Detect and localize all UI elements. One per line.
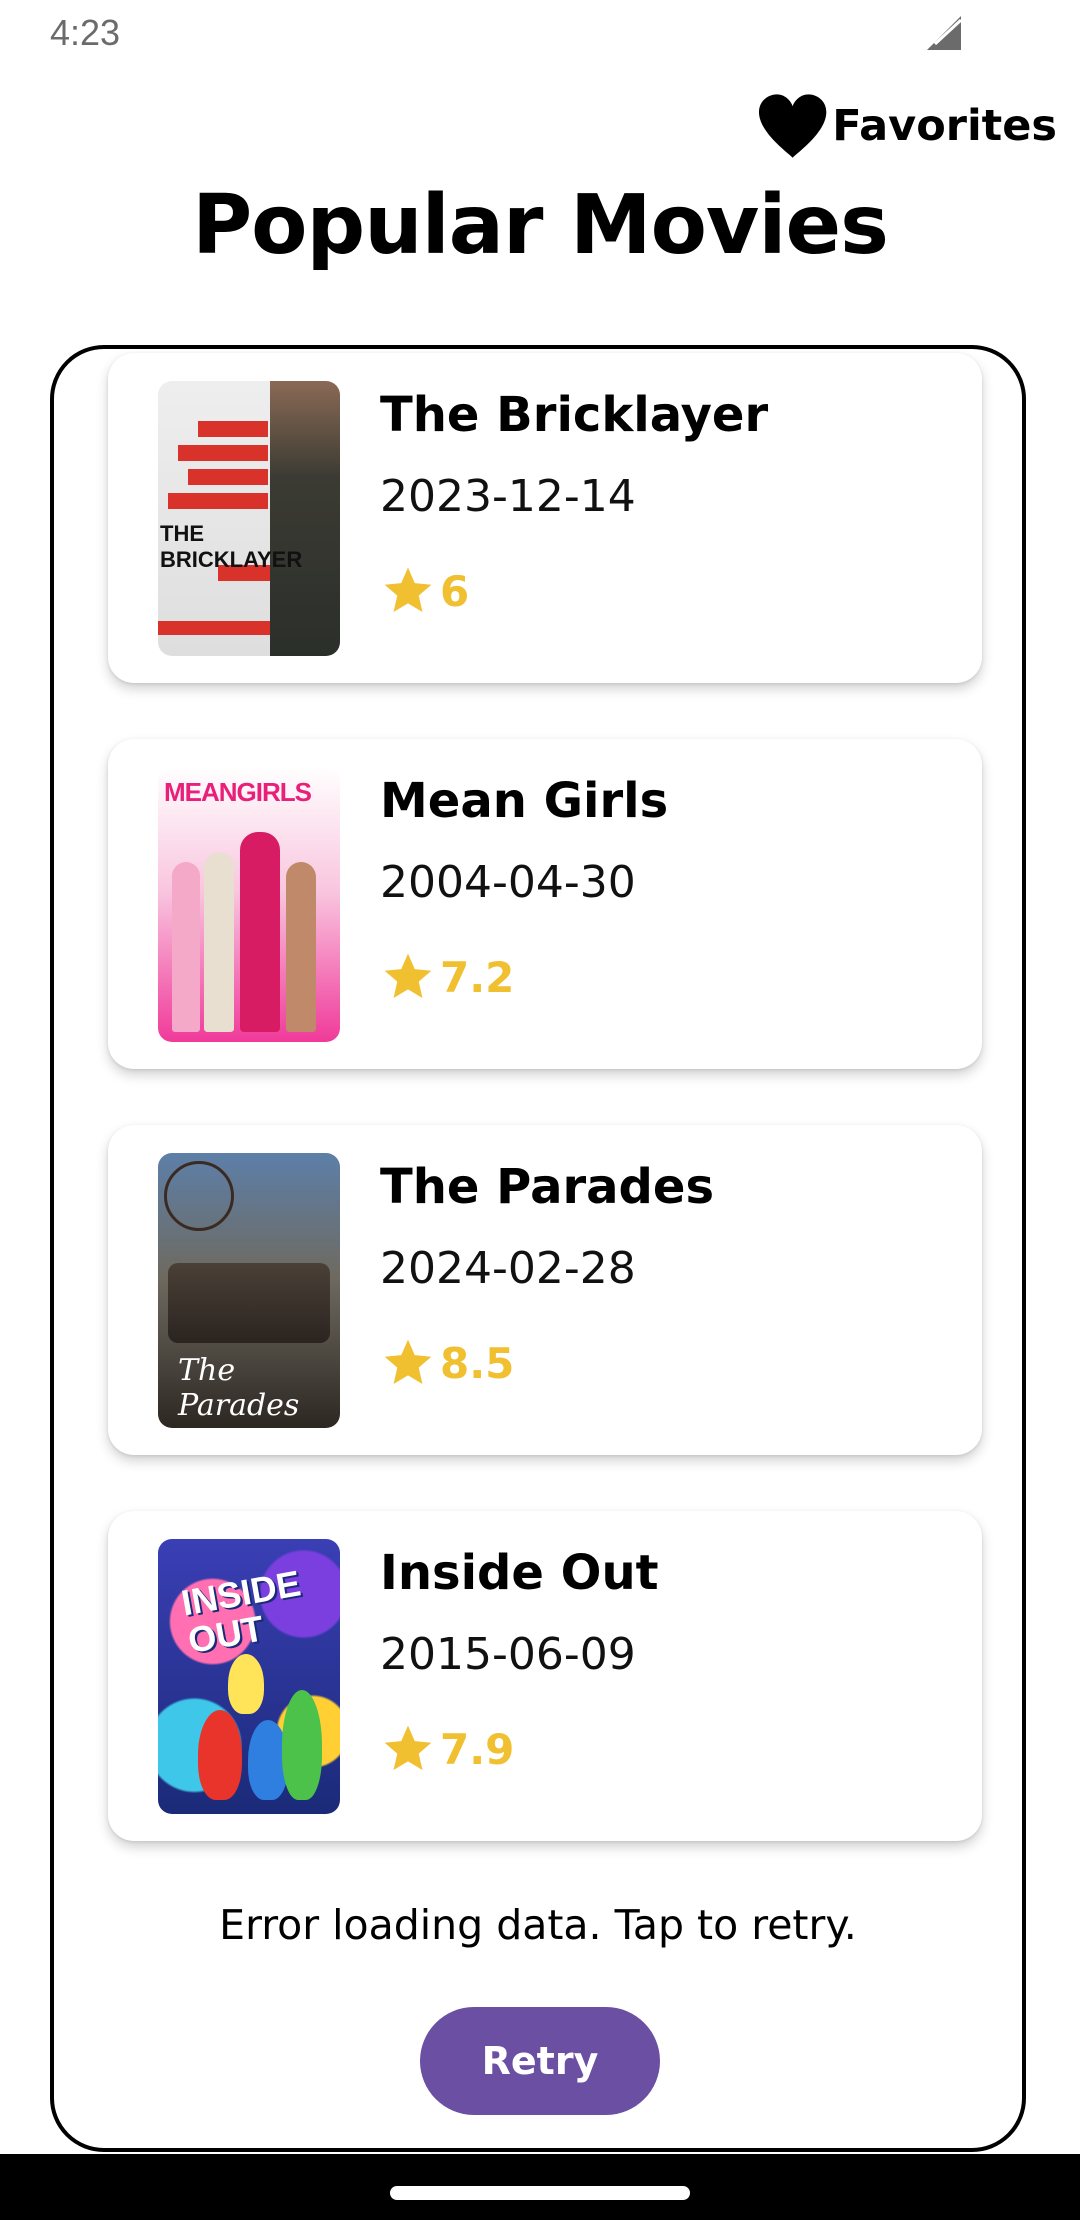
star-icon (384, 567, 432, 612)
rating-value: 6 (440, 566, 470, 616)
movie-title: The Bricklayer (380, 387, 769, 443)
poster-text: MEANGIRLS (164, 777, 312, 807)
movie-poster: MEANGIRLS (158, 767, 340, 1042)
status-bar: 4:23 (0, 0, 1080, 70)
star-icon (384, 1339, 432, 1384)
movie-poster: INSIDE OUT (158, 1539, 340, 1814)
movie-card[interactable]: The Parades The Parades 2024-02-28 8.5 (108, 1125, 982, 1455)
error-message: Error loading data. Tap to retry. (219, 1901, 857, 1949)
rating-value: 7.9 (440, 1724, 515, 1774)
poster-text: The Parades (178, 1353, 300, 1423)
movie-card[interactable]: MEANGIRLS Mean Girls 2004-04-30 7.2 (108, 739, 982, 1069)
movie-rating: 6 (380, 561, 469, 621)
favorites-label: Favorites (832, 101, 1057, 151)
movie-card[interactable]: THE BRICKLAYER The Bricklayer 2023-12-14… (108, 353, 982, 683)
movie-card[interactable]: INSIDE OUT Inside Out 2015-06-09 7.9 (108, 1511, 982, 1841)
movie-poster: THE BRICKLAYER (158, 381, 340, 656)
movie-title: Inside Out (380, 1545, 659, 1601)
poster-text: INSIDE OUT (178, 1562, 304, 1661)
movie-rating: 7.2 (380, 947, 514, 1007)
rating-value: 7.2 (440, 952, 515, 1002)
star-icon (384, 953, 432, 998)
retry-button[interactable]: Retry (420, 2007, 660, 2115)
movie-release-date: 2024-02-28 (380, 1243, 636, 1294)
rating-value: 8.5 (440, 1338, 515, 1388)
movie-list[interactable]: THE BRICKLAYER The Bricklayer 2023-12-14… (50, 345, 1026, 2152)
heart-icon (758, 94, 827, 158)
poster-text: THE BRICKLAYER (160, 521, 303, 572)
movie-rating: 8.5 (380, 1333, 514, 1393)
movie-release-date: 2015-06-09 (380, 1629, 636, 1680)
home-handle[interactable] (390, 2186, 690, 2200)
status-time: 4:23 (50, 12, 121, 53)
movie-title: Mean Girls (380, 773, 669, 829)
movie-rating: 7.9 (380, 1719, 514, 1779)
navigation-bar (0, 2154, 1080, 2220)
movie-poster: The Parades (158, 1153, 340, 1428)
movie-title: The Parades (380, 1159, 715, 1215)
favorites-button[interactable]: Favorites (757, 88, 1057, 164)
movie-release-date: 2004-04-30 (380, 857, 636, 908)
page-title: Popular Movies (192, 178, 889, 273)
signal-icon (927, 16, 963, 50)
star-icon (384, 1725, 432, 1770)
movie-release-date: 2023-12-14 (380, 471, 636, 522)
